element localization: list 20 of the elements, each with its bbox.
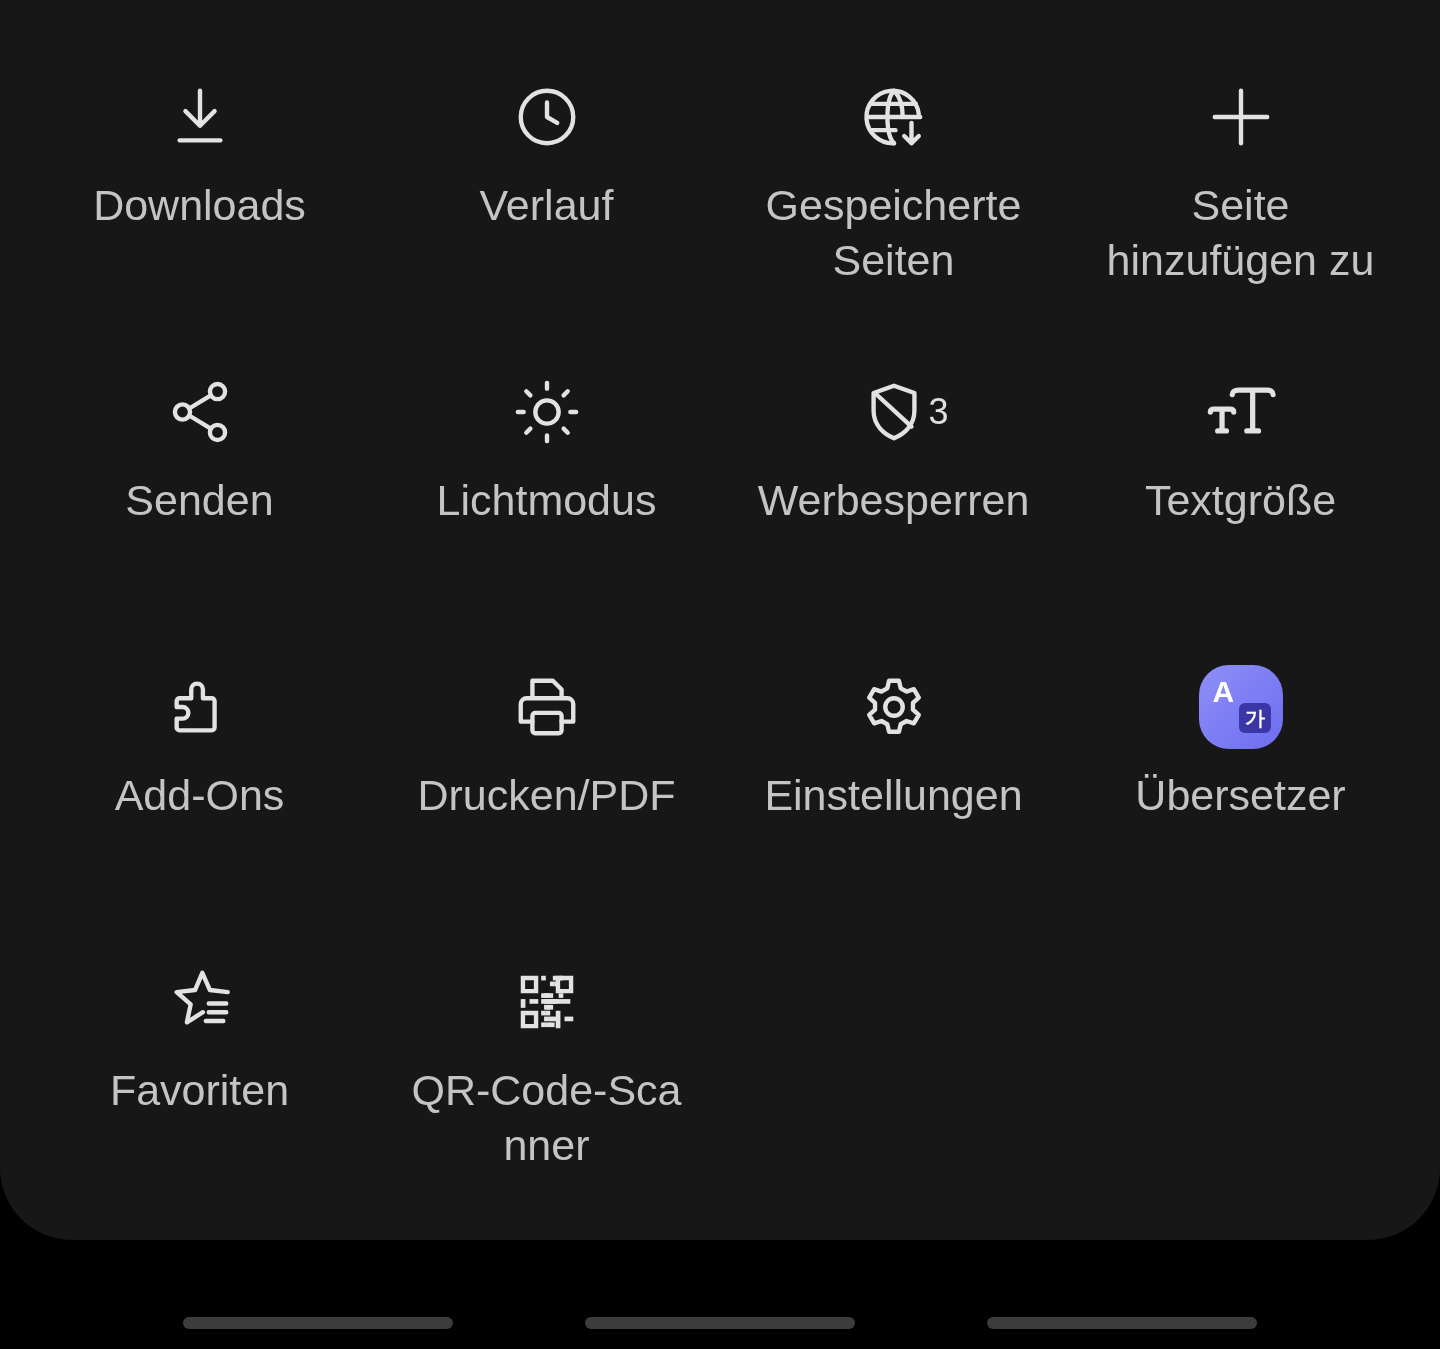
navigation-handle[interactable] [585,1317,855,1329]
menu-item-label[interactable]: Add-Ons [114,768,285,823]
navigation-handle[interactable] [183,1317,453,1329]
app-icon-letter: A [1212,675,1235,709]
menu-item-label[interactable]: Downloads [93,178,306,233]
menu-item-label[interactable]: Seite hinzufügen zu [1106,178,1375,288]
menu-item-label[interactable]: Werbesperren [757,473,1030,528]
menu-item-label[interactable]: Verlauf [479,178,614,233]
menu-item-label[interactable]: Lichtmodus [436,473,657,528]
menu-item-label[interactable]: Senden [125,473,274,528]
menu-item-label[interactable]: Einstellungen [764,768,1023,823]
menu-item-label[interactable]: Gespeicherte Seiten [765,178,1022,288]
menu-item-label[interactable]: Textgröße [1144,473,1337,528]
blocked-count: 3 [928,391,949,433]
app-icon-letter: 가 [1238,703,1271,733]
menu-item-label[interactable]: Drucken/PDF [417,768,676,823]
menu-item-label[interactable]: Übersetzer [1135,768,1346,823]
menu-item-label[interactable]: QR-Code-Sca nner [411,1063,682,1173]
navigation-handle[interactable] [987,1317,1257,1329]
menu-item-label[interactable]: Favoriten [109,1063,290,1118]
